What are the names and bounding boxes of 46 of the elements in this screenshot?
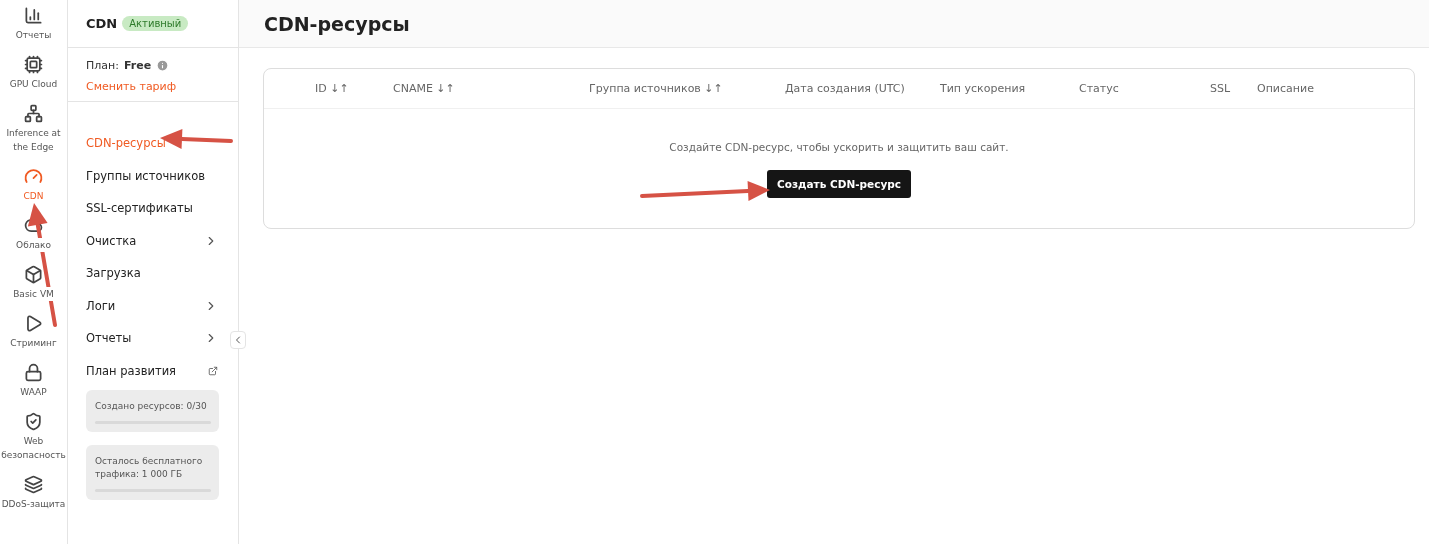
nav-item[interactable]: Basic VM <box>13 265 54 301</box>
column-header[interactable]: Тип ускорения <box>940 82 1079 95</box>
lock-icon <box>24 363 43 382</box>
plan-value: Free <box>123 59 152 72</box>
menu-item[interactable]: Группы источников <box>68 159 226 192</box>
column-header[interactable]: Описание <box>1257 82 1414 95</box>
play-icon <box>24 314 43 333</box>
column-header[interactable]: CNAME ↓↑ <box>393 82 589 95</box>
column-header[interactable]: Дата создания (UTC) <box>785 82 940 95</box>
column-header[interactable]: Статус <box>1079 82 1210 95</box>
gauge-icon <box>24 167 43 186</box>
nav-item[interactable]: WAAP <box>20 363 47 399</box>
create-button[interactable]: Создать CDN-ресурс <box>767 170 911 198</box>
cloud-icon <box>24 216 43 235</box>
section-title: CDN <box>86 16 118 31</box>
column-header[interactable]: Группа источников ↓↑ <box>589 82 785 95</box>
usage-label: Осталось бесплатного трафика: 1 000 ГБ <box>95 455 204 481</box>
plan-label: План: <box>86 59 119 72</box>
shield-check-icon <box>24 412 43 431</box>
menu-item[interactable]: Загрузка <box>68 257 226 290</box>
menu-item[interactable]: SSL-сертификаты <box>68 192 226 225</box>
nav-item[interactable]: Стриминг <box>10 314 57 350</box>
chip-icon <box>24 55 43 74</box>
nav-item[interactable]: DDoS-защита <box>1 475 66 511</box>
menu-item[interactable]: План развития <box>68 354 226 387</box>
status-badge: Активный <box>122 16 189 31</box>
nav-item[interactable]: Отчеты <box>15 6 52 42</box>
menu-item[interactable]: Логи <box>68 289 226 322</box>
page-title: CDN-ресурсы <box>264 12 410 35</box>
layers-icon <box>24 475 43 494</box>
cube-icon <box>24 265 43 284</box>
empty-message: Создайте CDN-ресурс, чтобы ускорить и защитить ваш сайт. <box>669 141 1009 153</box>
column-header[interactable]: ID ↓↑ <box>315 82 393 95</box>
network-icon <box>24 104 43 123</box>
bar-chart-icon <box>24 6 43 25</box>
menu-item[interactable]: Отчеты <box>68 322 226 355</box>
menu-item[interactable]: Очистка <box>68 224 226 257</box>
usage-label: Создано ресурсов: 0/30 <box>95 400 208 413</box>
collapse-button[interactable] <box>230 331 246 349</box>
column-header[interactable]: SSL <box>1210 82 1257 95</box>
change-plan-link[interactable]: Сменить тариф <box>86 80 177 93</box>
nav-item[interactable]: GPU Cloud <box>9 55 58 91</box>
nav-item[interactable]: CDN <box>23 167 44 203</box>
menu-item[interactable]: CDN-ресурсы <box>68 127 226 160</box>
external-link-icon <box>208 365 218 376</box>
info-icon[interactable] <box>156 59 170 72</box>
